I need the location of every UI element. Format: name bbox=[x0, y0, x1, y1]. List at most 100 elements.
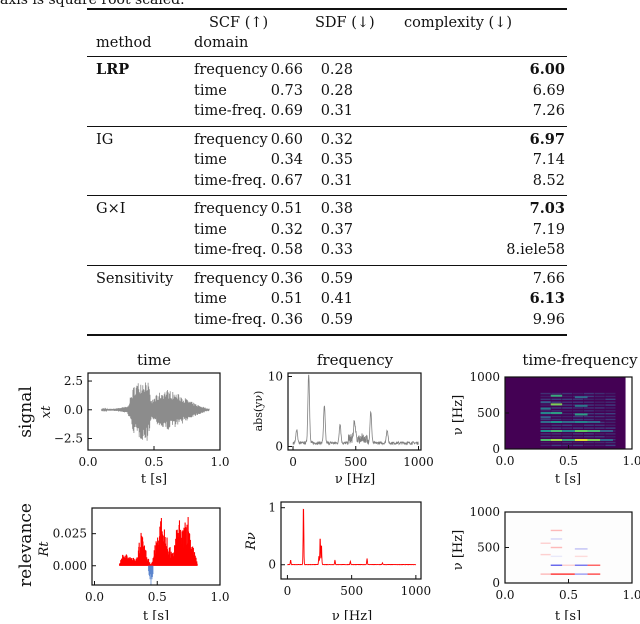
complexity-cell: 6.13 bbox=[529, 290, 565, 307]
relevance-heatmap-background bbox=[505, 512, 632, 583]
spectrogram-cell bbox=[550, 429, 563, 433]
relevance-heatmap-cell bbox=[550, 538, 563, 540]
x-tick-label: 1.0 bbox=[622, 588, 640, 602]
domain-cell: time bbox=[194, 152, 227, 168]
spectrogram-bin bbox=[594, 392, 605, 395]
xlabel-relevance-time: t [s] bbox=[143, 609, 169, 620]
spectrogram-bin bbox=[605, 404, 616, 406]
spectrogram-bin bbox=[594, 424, 605, 426]
xlabel-signal-frequency: ν [Hz] bbox=[335, 472, 375, 487]
spectrogram-bin bbox=[540, 404, 551, 406]
sdf-cell: 0.28 bbox=[320, 62, 353, 78]
spectrogram-cell bbox=[587, 420, 601, 424]
x-tick-label: 0.0 bbox=[495, 588, 514, 602]
x-tick-label: 500 bbox=[344, 455, 367, 469]
spectrogram-bin bbox=[594, 436, 605, 438]
spectrogram-bin bbox=[605, 392, 616, 395]
group-rule bbox=[87, 264, 567, 266]
spectrogram-bin bbox=[562, 407, 573, 409]
spectrogram-bin bbox=[562, 436, 573, 438]
spectrogram-cell bbox=[550, 438, 563, 442]
sdf-cell: 0.31 bbox=[320, 172, 353, 189]
domain-cell: time bbox=[194, 82, 227, 99]
spectrogram-cell bbox=[540, 438, 551, 442]
spectrogram-bin bbox=[540, 395, 551, 398]
xlabel-relevance-time-frequency: t [s] bbox=[555, 609, 581, 620]
ylabel-signal-time: xt bbox=[39, 405, 54, 418]
relevance-heatmap-cell bbox=[540, 573, 551, 575]
spectrogram-bin bbox=[572, 398, 584, 401]
relevance-heatmap-cell bbox=[550, 564, 563, 566]
y-tick-label: 0 bbox=[492, 576, 500, 590]
y-tick-label: 0 bbox=[268, 558, 276, 572]
spectrogram-bin bbox=[594, 427, 605, 429]
spectrogram-bin bbox=[605, 413, 616, 415]
y-tick-label: 0.025 bbox=[53, 527, 87, 541]
header-sdf: SDF (↓) bbox=[315, 15, 375, 31]
domain-cell: time bbox=[194, 291, 227, 307]
spectrogram-bin bbox=[572, 410, 584, 412]
spectrogram-bin bbox=[583, 392, 594, 395]
spectrogram-cell bbox=[550, 394, 563, 397]
x-tick-label: 0.0 bbox=[85, 590, 104, 604]
spectrogram-bin bbox=[605, 410, 616, 412]
relevance-heatmap-cell bbox=[587, 573, 601, 575]
y-tick-label: 1000 bbox=[469, 370, 500, 384]
spectrogram-bin bbox=[605, 395, 616, 398]
spectrogram-bin bbox=[540, 441, 551, 444]
x-tick-label: 0 bbox=[284, 584, 292, 598]
spectrogram-bin bbox=[572, 427, 584, 429]
spectrogram-cell bbox=[540, 411, 551, 415]
ylabel-relevance-time-frequency: ν [Hz] bbox=[451, 530, 466, 570]
spectrogram-cell bbox=[587, 438, 601, 442]
spectrogram-cell bbox=[574, 438, 588, 442]
spectrogram-bin bbox=[594, 395, 605, 398]
spectrogram-bin bbox=[594, 398, 605, 401]
spectrogram-cell bbox=[587, 429, 601, 433]
spectrogram-bin bbox=[551, 410, 562, 412]
spectrogram-bin bbox=[562, 395, 573, 398]
spectrogram-bin bbox=[540, 398, 551, 401]
spectrogram-bin bbox=[572, 392, 584, 395]
spectrogram-bin bbox=[583, 436, 594, 438]
y-tick-label: 10 bbox=[268, 370, 283, 384]
column-title-time-frequency: time-frequency bbox=[522, 351, 638, 369]
relevance-heatmap-cell bbox=[540, 553, 551, 556]
row-label-relevance: relevance bbox=[16, 503, 36, 587]
xlabel-signal-time: t [s] bbox=[141, 472, 167, 487]
spectrogram-bin bbox=[583, 444, 594, 447]
spectrogram-cell bbox=[550, 411, 563, 415]
x-tick-label: 0.5 bbox=[559, 454, 578, 468]
column-title-frequency: frequency bbox=[317, 351, 394, 369]
spectrogram-bin bbox=[605, 436, 616, 438]
sdf-cell: 0.28 bbox=[320, 82, 353, 99]
spectrogram-bin bbox=[572, 436, 584, 438]
complexity-cell: 6.97 bbox=[529, 130, 565, 148]
spectrogram-cell bbox=[550, 420, 563, 424]
x-tick-label: 500 bbox=[340, 584, 363, 598]
y-tick-label: −2.5 bbox=[54, 432, 83, 446]
spectrogram-bin bbox=[572, 415, 584, 418]
spectrogram-cell bbox=[540, 407, 551, 410]
spectrogram-bin bbox=[583, 401, 594, 403]
complexity-cell: 8.52 bbox=[532, 172, 565, 189]
spectrogram-bin bbox=[562, 441, 573, 444]
complexity-cell: 7.03 bbox=[529, 200, 565, 217]
caption-fragment: axis is square root scaled. bbox=[0, 0, 185, 8]
spectrogram-bin bbox=[572, 424, 584, 426]
method-name: IG bbox=[96, 131, 114, 148]
complexity-cell: 7.14 bbox=[532, 152, 565, 168]
spectrogram-bin bbox=[605, 421, 616, 424]
relevance-heatmap-cell bbox=[562, 564, 575, 566]
y-tick-label: 0 bbox=[275, 440, 283, 454]
spectrogram-bin bbox=[594, 441, 605, 444]
spectrogram-bin bbox=[562, 444, 573, 447]
method-name: Sensitivity bbox=[96, 270, 174, 287]
header-complexity: complexity (↓) bbox=[404, 15, 513, 31]
spectrogram-bin bbox=[594, 404, 605, 406]
spectrogram-cell bbox=[540, 429, 551, 433]
y-tick-label: 500 bbox=[477, 541, 500, 555]
spectrogram-cell bbox=[574, 413, 588, 416]
spectrogram-cell bbox=[574, 429, 588, 433]
xlabel-relevance-frequency: ν [Hz] bbox=[332, 609, 372, 620]
